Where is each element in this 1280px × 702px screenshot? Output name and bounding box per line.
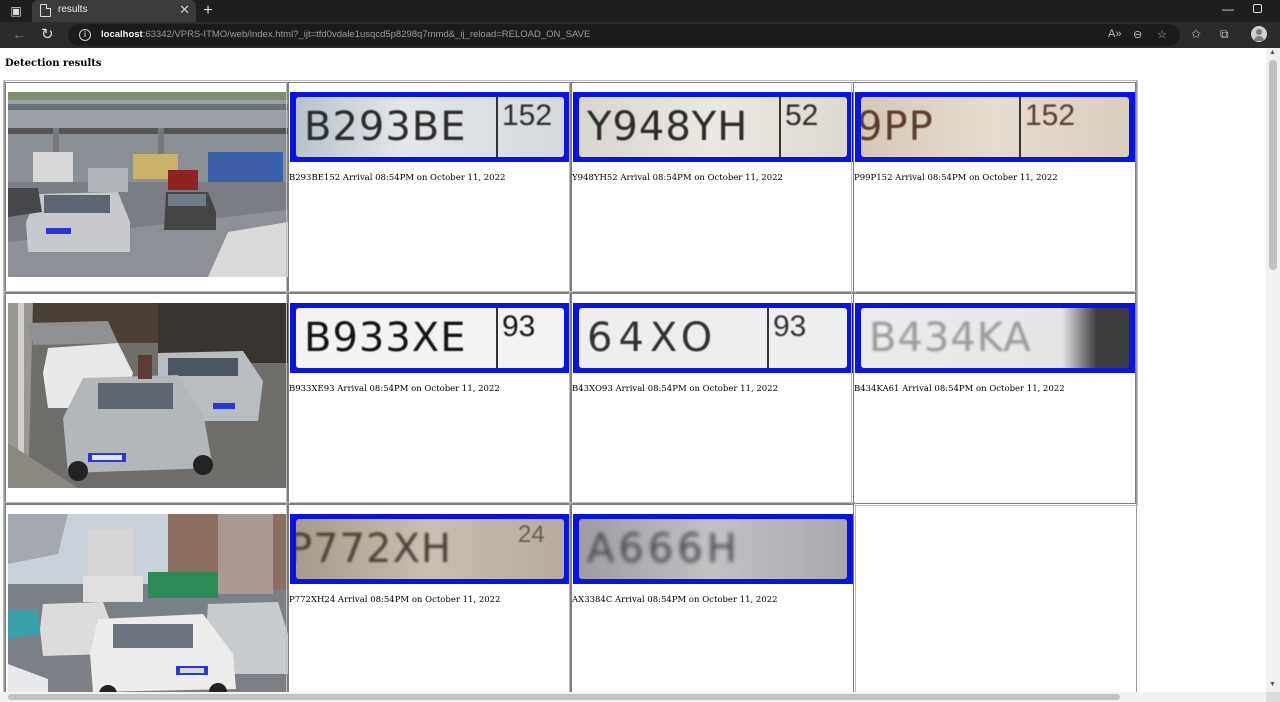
tab-close-icon[interactable]: ✕: [179, 2, 190, 18]
plate-region: 93: [773, 310, 807, 343]
plate-region-box: 152: [1019, 97, 1129, 157]
profile-avatar[interactable]: [1251, 26, 1267, 42]
plate-number: 64XO: [587, 315, 719, 361]
plate-crop: 9PP 152: [855, 92, 1135, 162]
page-title: Detection results: [5, 58, 102, 69]
plate-region: 93: [502, 310, 536, 343]
plate-cell: A666H AX3384C Arrival 08:54PM on October…: [569, 502, 856, 692]
detection-caption: B293BE152 Arrival 08:54PM on October 11,…: [289, 173, 506, 183]
zoom-icon[interactable]: ⊖: [1133, 28, 1142, 41]
plate-cell: 9PP 152 P99P152 Arrival 08:54PM on Octob…: [851, 80, 1138, 295]
new-tab-icon[interactable]: +: [200, 0, 216, 22]
plate-cell: P772XH 24 P772XH24 Arrival 08:54PM on Oc…: [286, 502, 573, 692]
plate-crop: P772XH 24: [290, 514, 570, 584]
browser-tab[interactable]: results ✕: [32, 0, 196, 22]
plate-image: Y948YH 52: [579, 97, 847, 157]
plate-region: 152: [1025, 99, 1076, 132]
detection-caption: AX3384C Arrival 08:54PM on October 11, 2…: [572, 595, 778, 605]
plate-region: 24: [518, 521, 545, 548]
plate-region-box: 93: [496, 308, 564, 368]
plate-crop: B293BE 152: [290, 92, 570, 162]
plate-image: P772XH 24: [296, 519, 564, 579]
plate-image: B933XE 93: [296, 308, 564, 368]
detection-caption: Y948YH52 Arrival 08:54PM on October 11, …: [572, 173, 783, 183]
source-photo-cell: [3, 502, 290, 692]
page-icon: [40, 4, 51, 17]
plate-number: B293BE: [304, 104, 467, 150]
url-text[interactable]: localhost:63342/VPRS-ITMO/web/index.html…: [101, 29, 590, 40]
tab-actions-icon[interactable]: ▣: [8, 3, 24, 19]
plate-crop: B933XE 93: [290, 303, 570, 373]
detection-caption: P99P152 Arrival 08:54PM on October 11, 2…: [854, 173, 1058, 183]
vertical-scrollbar[interactable]: ▲ ▼: [1266, 48, 1280, 692]
plate-number: B434KA: [869, 315, 1032, 361]
plate-image: A666H: [579, 519, 847, 579]
minimize-icon[interactable]: —: [1222, 2, 1234, 16]
read-aloud-icon[interactable]: A»: [1108, 28, 1121, 40]
url-field[interactable]: i localhost:63342/VPRS-ITMO/web/index.ht…: [68, 24, 1180, 46]
detection-caption: B43XO93 Arrival 08:54PM on October 11, 2…: [572, 384, 778, 394]
plate-cell: Y948YH 52 Y948YH52 Arrival 08:54PM on Oc…: [569, 80, 856, 295]
plate-region-box: 52: [779, 97, 847, 157]
detection-caption: B434KA61 Arrival 08:54PM on October 11, …: [854, 384, 1065, 394]
restore-icon[interactable]: [1253, 4, 1262, 13]
plate-crop: Y948YH 52: [573, 92, 853, 162]
vertical-scroll-thumb[interactable]: [1269, 60, 1277, 270]
plate-region: 152: [502, 99, 553, 132]
plate-region-box: 93: [767, 308, 847, 368]
plate-region-box: 24: [514, 519, 564, 579]
plate-image: 9PP 152: [861, 97, 1129, 157]
address-bar: ← ↻ i localhost:63342/VPRS-ITMO/web/inde…: [0, 22, 1280, 48]
reload-icon[interactable]: ↻: [41, 25, 54, 43]
plate-crop: A666H: [573, 514, 853, 584]
plate-image: 64XO 93: [579, 308, 847, 368]
source-photo-cell: [3, 80, 290, 295]
browser-tab-bar: ▣ results ✕ + —: [0, 0, 1280, 22]
url-path: :63342/VPRS-ITMO/web/index.html?_ijt=tfd…: [142, 29, 591, 40]
scroll-down-icon[interactable]: ▼: [1269, 681, 1276, 688]
plate-crop: B434KA: [855, 303, 1135, 373]
plate-region-box: 152: [496, 97, 564, 157]
plate-cell: 64XO 93 B43XO93 Arrival 08:54PM on Octob…: [569, 291, 856, 506]
info-icon[interactable]: i: [79, 29, 91, 41]
plate-image: B293BE 152: [296, 97, 564, 157]
scrollbar-corner: [1266, 692, 1280, 702]
traffic-photo: [8, 514, 288, 692]
source-photo-cell: [3, 291, 290, 506]
detection-caption: P772XH24 Arrival 08:54PM on October 11, …: [289, 595, 501, 605]
plate-crop: 64XO 93: [573, 303, 853, 373]
plate-image: B434KA: [861, 308, 1129, 368]
back-icon[interactable]: ←: [12, 26, 26, 42]
scroll-up-icon[interactable]: ▲: [1269, 49, 1276, 56]
traffic-photo: [8, 303, 288, 488]
tab-title: results: [58, 4, 88, 15]
url-host: localhost: [101, 29, 143, 40]
plate-cell: B293BE 152 B293BE152 Arrival 08:54PM on …: [286, 80, 573, 295]
plate-cell: B933XE 93 B933XE93 Arrival 08:54PM on Oc…: [286, 291, 573, 506]
horizontal-scroll-thumb[interactable]: [8, 694, 1120, 700]
plate-number: B933XE: [304, 315, 467, 361]
plate-region: 52: [785, 99, 819, 132]
add-favorite-icon[interactable]: ☆: [1157, 28, 1167, 41]
favorites-icon[interactable]: ✩: [1191, 27, 1201, 41]
detection-caption: B933XE93 Arrival 08:54PM on October 11, …: [289, 384, 500, 394]
page-viewport: Detection results B293BE 152 B293BE152 A…: [0, 48, 1266, 692]
traffic-photo: [8, 92, 288, 277]
plate-number: A666H: [587, 526, 741, 572]
collections-icon[interactable]: ⧉: [1220, 27, 1229, 42]
plate-cell: B434KA B434KA61 Arrival 08:54PM on Octob…: [851, 291, 1138, 506]
horizontal-scrollbar[interactable]: [0, 692, 1266, 702]
plate-number: 9PP: [861, 104, 934, 150]
plate-number: Y948YH: [587, 104, 749, 150]
plate-number: P772XH: [296, 526, 452, 572]
